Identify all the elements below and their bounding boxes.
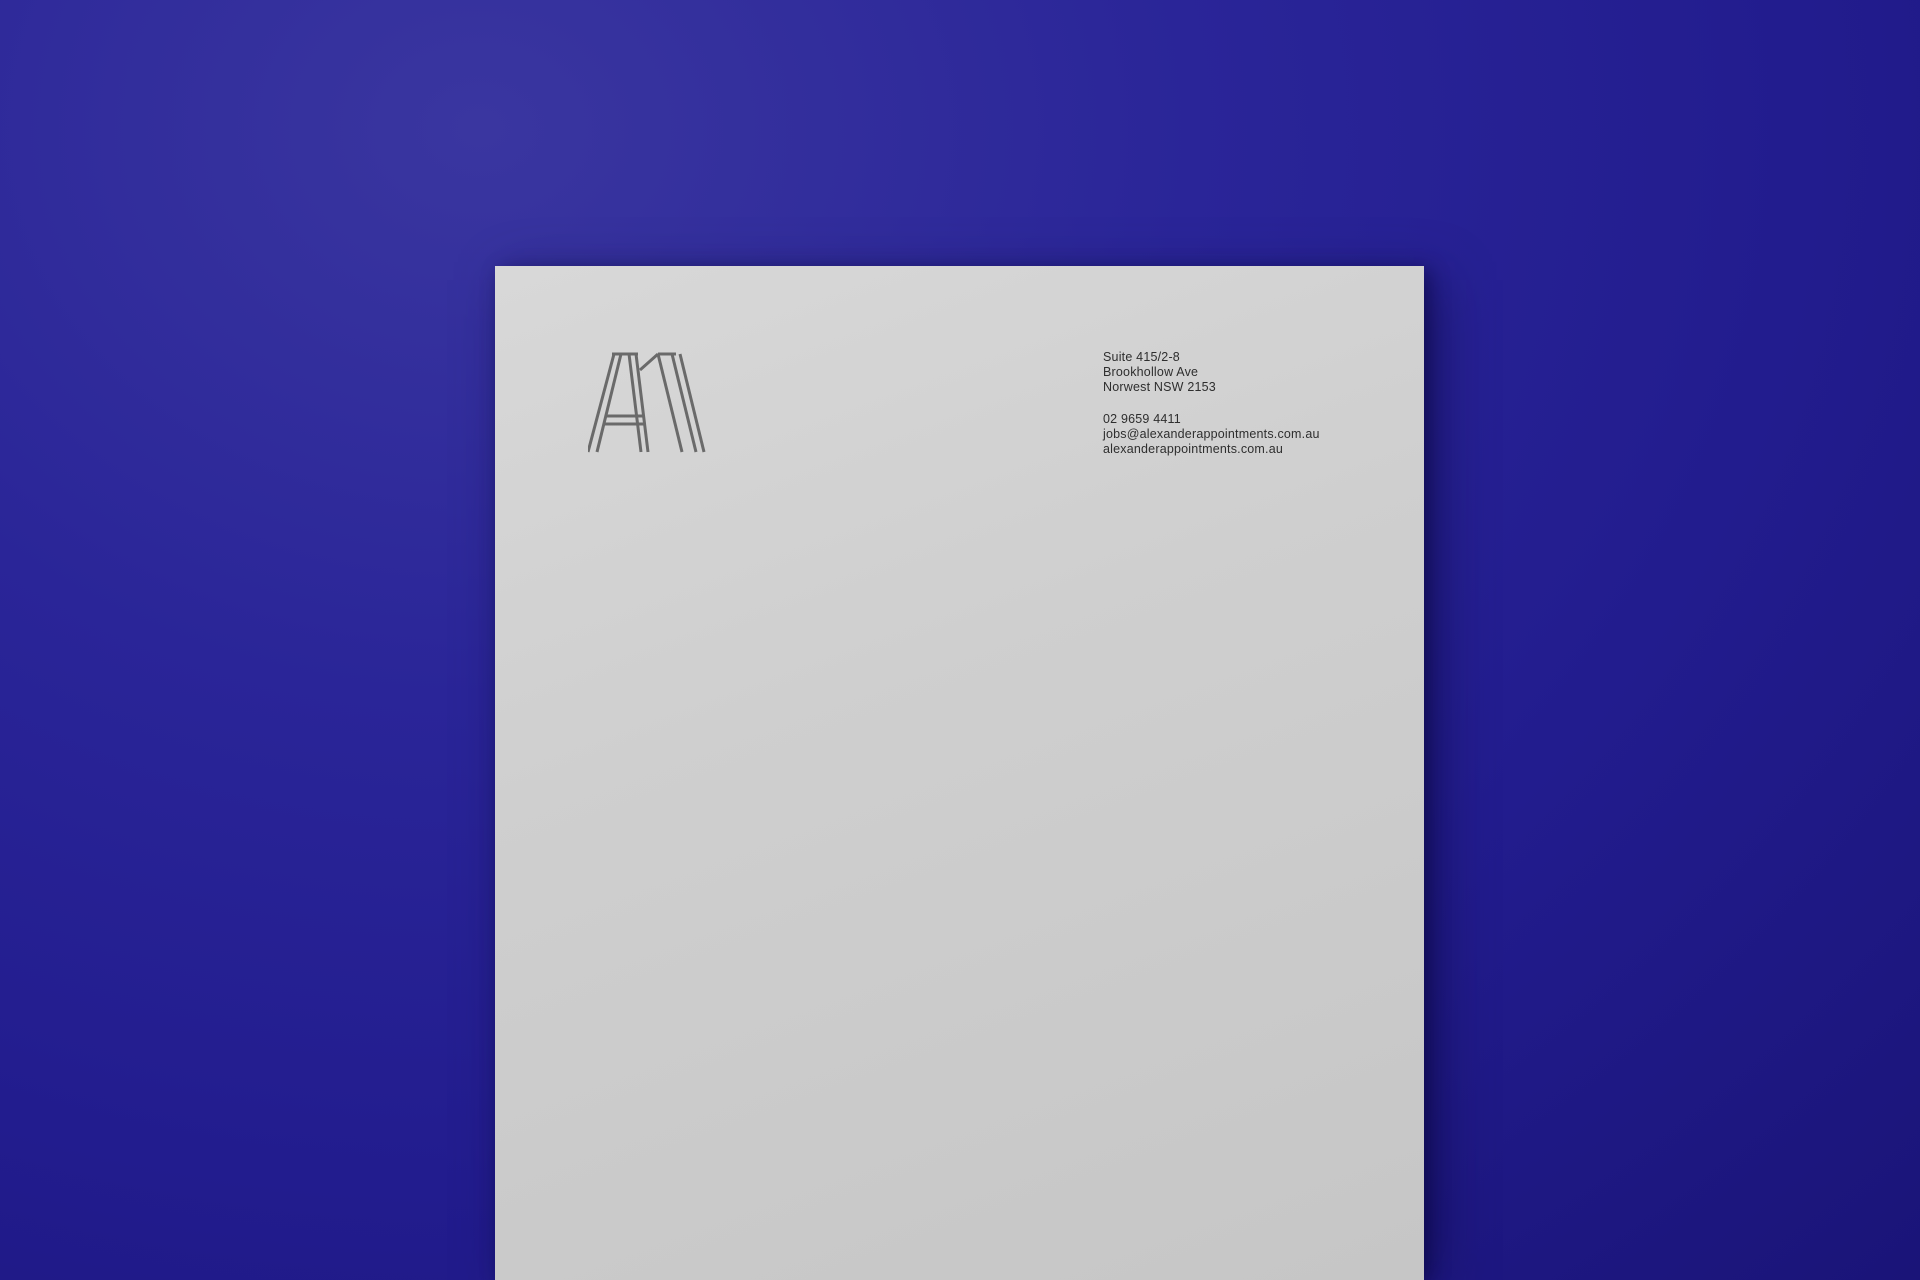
website-url: alexanderappointments.com.au <box>1103 442 1284 456</box>
phone-number: 02 9659 4411 <box>1103 412 1181 426</box>
letterhead-contact-block: Suite 415/2-8 Brookhollow Ave Norwest NS… <box>1103 350 1403 457</box>
email-address: jobs@alexanderappointments.com.au <box>1103 427 1320 441</box>
am-monogram-logo <box>588 352 706 453</box>
address-line-1: Suite 415/2-8 <box>1103 350 1180 364</box>
address-line-2: Brookhollow Ave <box>1103 365 1199 379</box>
address-line-3: Norwest NSW 2153 <box>1103 380 1216 394</box>
